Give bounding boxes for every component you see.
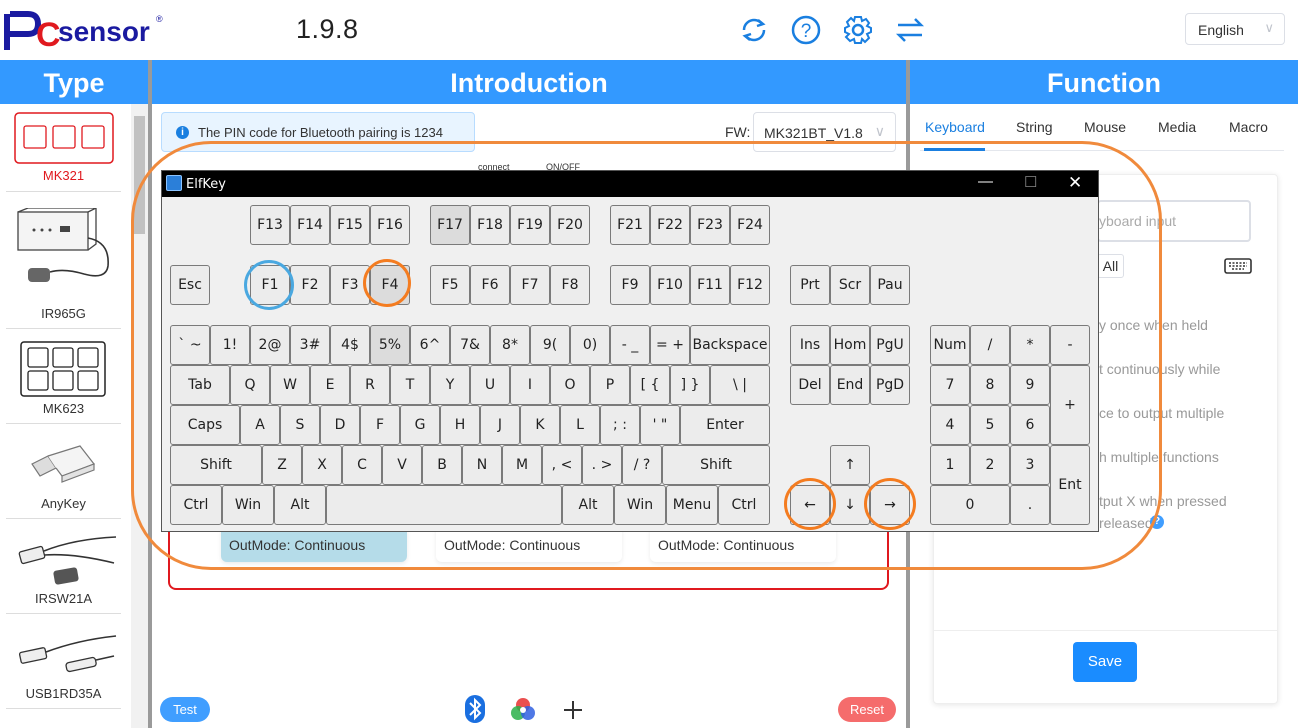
test-button[interactable]: Test	[160, 697, 210, 722]
function-column-title: Function	[1047, 68, 1161, 98]
panel-divider	[933, 630, 1278, 631]
rgb-icon[interactable]	[510, 696, 536, 722]
save-button[interactable]: Save	[1073, 642, 1137, 682]
language-value: English	[1198, 22, 1244, 38]
gear-icon[interactable]	[842, 14, 874, 46]
highlight-ring-window	[131, 141, 1162, 570]
chevron-down-icon: ∨	[874, 123, 885, 139]
type-label: AnyKey	[41, 496, 86, 511]
type-label: IRSW21A	[34, 591, 93, 606]
keyboard-icon[interactable]	[1224, 258, 1252, 274]
type-item-usb1rd35a[interactable]: USB1RD35A	[6, 624, 121, 709]
type-label: MK623	[42, 401, 85, 416]
refresh-icon[interactable]	[738, 14, 770, 46]
tab-media[interactable]: Media	[1158, 119, 1196, 135]
help-icon[interactable]: ?	[790, 14, 822, 46]
type-label: MK321	[42, 168, 85, 183]
ir965g-device-icon	[17, 208, 109, 282]
introduction-column-title: Introduction	[450, 68, 608, 98]
svg-text:sensor: sensor	[58, 16, 150, 47]
chevron-down-icon: ∨	[1264, 20, 1274, 35]
pin-note-text: The PIN code for Bluetooth pairing is 12…	[198, 125, 443, 140]
anykey-device-icon	[31, 445, 95, 483]
type-item-irsw21a[interactable]: IRSW21A	[6, 529, 121, 614]
type-item-mk623[interactable]: MK623	[6, 339, 121, 424]
fw-value: MK321BT_V1.8	[764, 125, 863, 141]
tab-mouse[interactable]: Mouse	[1084, 119, 1126, 135]
tab-macro[interactable]: Macro	[1229, 119, 1268, 135]
type-item-partial	[6, 716, 121, 728]
app-version: 1.9.8	[296, 14, 359, 44]
usb1rd35a-device-icon	[18, 635, 117, 673]
svg-text:®: ®	[156, 14, 163, 24]
language-select[interactable]: English ∨	[1185, 13, 1285, 45]
mk623-device-icon	[20, 341, 106, 397]
plus-icon[interactable]	[562, 699, 584, 721]
reset-button[interactable]: Reset	[838, 697, 896, 722]
device-type-list: MK321 IR965G MK623 AnyKey IRSW21A USB1RD…	[0, 104, 131, 728]
type-item-anykey[interactable]: AnyKey	[6, 434, 121, 519]
type-label: USB1RD35A	[25, 686, 102, 701]
switch-icon[interactable]	[894, 14, 926, 46]
bluetooth-icon[interactable]	[464, 694, 486, 724]
tab-keyboard[interactable]: Keyboard	[925, 119, 985, 135]
fw-label: FW:	[725, 124, 751, 140]
pcsensor-logo: C sensor ®	[4, 11, 163, 52]
type-label: IR965G	[41, 306, 86, 321]
svg-text:?: ?	[801, 21, 812, 42]
info-icon: i	[176, 126, 189, 139]
type-item-mk321[interactable]: MK321	[6, 104, 121, 192]
mk321-device-icon	[14, 112, 114, 164]
type-column-title: Type	[43, 68, 105, 98]
irsw21a-device-icon	[18, 536, 117, 585]
type-item-ir965g[interactable]: IR965G	[6, 204, 121, 329]
svg-text:C: C	[36, 16, 61, 52]
tab-string[interactable]: String	[1016, 119, 1053, 135]
